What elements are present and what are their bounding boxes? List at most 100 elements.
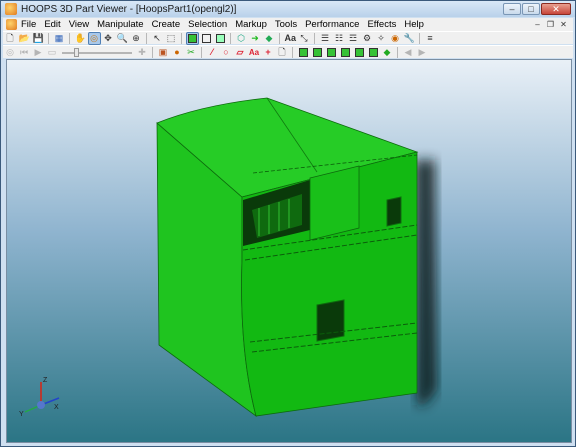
menu-bar: File Edit View Manipulate Create Selecti…: [3, 18, 573, 31]
doc-close-button[interactable]: ✕: [558, 20, 569, 30]
wrench-icon[interactable]: 🔧: [404, 33, 415, 44]
cube-iso-icon[interactable]: ◆: [382, 47, 393, 58]
shaded-icon[interactable]: [185, 31, 199, 45]
axis-label-z: Z: [43, 377, 48, 384]
doc-restore-button[interactable]: ❐: [545, 20, 556, 30]
toolbar-separator: [314, 32, 315, 44]
menu-file[interactable]: File: [21, 19, 36, 30]
play-icon[interactable]: ▶: [33, 47, 44, 58]
cube-back-icon[interactable]: [312, 47, 323, 58]
app-icon: [5, 3, 17, 15]
slider-thumb[interactable]: [74, 47, 79, 57]
toolbar-separator: [48, 32, 49, 44]
toolbar-separator: [152, 46, 153, 58]
toolbar-separator: [419, 32, 420, 44]
back-arrow-icon[interactable]: ◀: [403, 47, 414, 58]
hidden-line-icon[interactable]: [201, 33, 212, 44]
orbit-icon[interactable]: ✋: [75, 33, 86, 44]
doc-minimize-button[interactable]: –: [532, 20, 543, 30]
add-icon[interactable]: +: [263, 47, 274, 58]
animation-toolbar: ◎ ⏮ ▶ ▭ ✚ ▣ ● ✂ ⁄ ○ ▱ Aa + 🗋 ◆ ◀ ▶: [3, 45, 573, 58]
markup-line-icon[interactable]: ⁄: [207, 47, 218, 58]
cube-bottom-icon[interactable]: [368, 47, 379, 58]
first-frame-icon[interactable]: ◎: [5, 47, 16, 58]
prev-frame-icon[interactable]: ⏮: [19, 47, 30, 58]
model-shadow: [415, 160, 437, 405]
animation-slider[interactable]: [62, 47, 132, 58]
markup-circle-icon[interactable]: ○: [221, 47, 232, 58]
menu-manipulate[interactable]: Manipulate: [97, 19, 143, 30]
save-icon[interactable]: 💾: [33, 33, 44, 44]
menu-create[interactable]: Create: [152, 19, 181, 30]
axis-label-y: Y: [19, 411, 24, 418]
toolbar-separator: [181, 32, 182, 44]
page-icon[interactable]: 🗋: [277, 47, 288, 58]
title-bar[interactable]: HOOPS 3D Part Viewer - [HoopsPart1(openg…: [1, 1, 575, 17]
text-icon[interactable]: Aa: [285, 33, 297, 44]
cut-icon[interactable]: ●: [172, 47, 183, 58]
next-icon[interactable]: ✚: [137, 47, 148, 58]
light-icon[interactable]: ✧: [376, 33, 387, 44]
stop-icon[interactable]: ▭: [47, 47, 58, 58]
axis-label-x: X: [54, 404, 59, 411]
toolbar-separator: [69, 32, 70, 44]
menu-view[interactable]: View: [69, 19, 89, 30]
render-icon[interactable]: [215, 33, 226, 44]
toolbar-separator: [201, 46, 202, 58]
zoom-icon[interactable]: 🔍: [117, 33, 128, 44]
open-icon[interactable]: 📂: [19, 33, 30, 44]
slider-track: [62, 51, 132, 54]
grid-icon[interactable]: ▦: [54, 33, 65, 44]
layer-icon[interactable]: ⬡: [236, 33, 247, 44]
window-title: HOOPS 3D Part Viewer - [HoopsPart1(openg…: [21, 3, 237, 15]
model-bottom-window: [316, 299, 345, 342]
cube-left-icon[interactable]: [326, 47, 337, 58]
select-area-icon[interactable]: ⬚: [166, 33, 177, 44]
toolbar-separator: [146, 32, 147, 44]
toolbar-separator: [397, 46, 398, 58]
list-icon[interactable]: ☲: [348, 33, 359, 44]
maximize-button[interactable]: □: [522, 3, 540, 15]
zoom-window-icon[interactable]: ⊕: [131, 33, 142, 44]
menu-markup[interactable]: Markup: [235, 19, 267, 30]
markup-pen-icon[interactable]: ✂: [186, 47, 197, 58]
document-controls: – ❐ ✕: [532, 20, 569, 30]
walk-icon[interactable]: ◎: [87, 31, 101, 45]
menu-performance[interactable]: Performance: [305, 19, 359, 30]
menu-effects[interactable]: Effects: [367, 19, 396, 30]
toolbar-separator: [230, 32, 231, 44]
close-button[interactable]: ✕: [541, 3, 571, 15]
cube-front-icon[interactable]: [298, 47, 309, 58]
minimize-button[interactable]: –: [503, 3, 521, 15]
document-icon[interactable]: [6, 19, 17, 30]
smooth-icon[interactable]: ☰: [320, 33, 331, 44]
measure-icon[interactable]: ⤡: [299, 33, 310, 44]
globe-icon[interactable]: ◉: [390, 33, 401, 44]
new-icon[interactable]: 🗋: [5, 33, 16, 44]
pan-icon[interactable]: ✥: [103, 33, 114, 44]
select-icon[interactable]: ↖: [152, 33, 163, 44]
annotate-icon[interactable]: ▣: [158, 47, 169, 58]
menu-selection[interactable]: Selection: [188, 19, 227, 30]
menu-help[interactable]: Help: [404, 19, 424, 30]
color-icon[interactable]: ☷: [334, 33, 345, 44]
markup-text-icon[interactable]: Aa: [249, 47, 260, 58]
toolbar-separator: [279, 32, 280, 44]
slice-icon[interactable]: ◆: [264, 33, 275, 44]
frame-icon[interactable]: ➜: [250, 33, 261, 44]
axis-triad: Z Y X: [19, 377, 60, 418]
menu-edit[interactable]: Edit: [44, 19, 60, 30]
scene: Z Y X: [19, 97, 437, 418]
forward-arrow-icon[interactable]: ▶: [417, 47, 428, 58]
cube-right-icon[interactable]: [340, 47, 351, 58]
cube-top-icon[interactable]: [354, 47, 365, 58]
menu-tools[interactable]: Tools: [275, 19, 297, 30]
markup-rect-icon[interactable]: ▱: [235, 47, 246, 58]
model-divider-wall: [309, 165, 360, 241]
properties-icon[interactable]: ≡: [425, 33, 436, 44]
main-toolbar: 🗋 📂 💾 ▦ ✋ ◎ ✥ 🔍 ⊕ ↖ ⬚ ⬡ ➜ ◆ Aa ⤡ ☰ ☷ ☲ ⚙…: [3, 31, 573, 45]
toolbar-separator: [292, 46, 293, 58]
3d-viewport[interactable]: Z Y X: [6, 59, 572, 443]
settings-icon[interactable]: ⚙: [362, 33, 373, 44]
window-controls: – □ ✕: [503, 3, 571, 15]
